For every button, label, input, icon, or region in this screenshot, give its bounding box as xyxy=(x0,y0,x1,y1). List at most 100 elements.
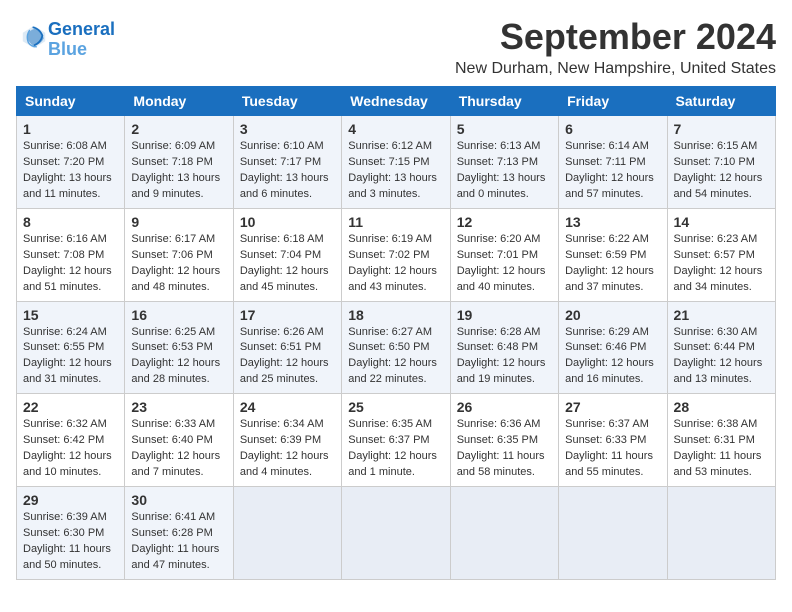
day-number: 14 xyxy=(674,214,769,230)
day-number: 17 xyxy=(240,307,335,323)
day-number: 13 xyxy=(565,214,660,230)
day-number: 6 xyxy=(565,121,660,137)
calendar-day-cell: 21 Sunrise: 6:30 AM Sunset: 6:44 PM Dayl… xyxy=(667,301,775,394)
day-info: Sunrise: 6:08 AM Sunset: 7:20 PM Dayligh… xyxy=(23,139,118,203)
daylight-label: Daylight: 11 hours and 47 minutes. xyxy=(131,543,219,571)
logo: General Blue xyxy=(16,20,115,60)
sunrise-label: Sunrise: 6:17 AM xyxy=(131,233,215,245)
calendar-day-cell: 17 Sunrise: 6:26 AM Sunset: 6:51 PM Dayl… xyxy=(233,301,341,394)
day-info: Sunrise: 6:27 AM Sunset: 6:50 PM Dayligh… xyxy=(348,325,443,389)
daylight-label: Daylight: 12 hours and 37 minutes. xyxy=(565,265,654,293)
sunset-label: Sunset: 7:01 PM xyxy=(457,249,538,261)
weekday-header: Wednesday xyxy=(342,87,450,116)
sunrise-label: Sunrise: 6:16 AM xyxy=(23,233,107,245)
weekday-header: Thursday xyxy=(450,87,558,116)
day-number: 25 xyxy=(348,399,443,415)
daylight-label: Daylight: 12 hours and 1 minute. xyxy=(348,450,437,478)
sunset-label: Sunset: 7:13 PM xyxy=(457,156,538,168)
sunset-label: Sunset: 6:40 PM xyxy=(131,434,212,446)
day-info: Sunrise: 6:22 AM Sunset: 6:59 PM Dayligh… xyxy=(565,232,660,296)
sunrise-label: Sunrise: 6:15 AM xyxy=(674,140,758,152)
day-info: Sunrise: 6:18 AM Sunset: 7:04 PM Dayligh… xyxy=(240,232,335,296)
calendar-day-cell: 16 Sunrise: 6:25 AM Sunset: 6:53 PM Dayl… xyxy=(125,301,233,394)
day-info: Sunrise: 6:30 AM Sunset: 6:44 PM Dayligh… xyxy=(674,325,769,389)
day-number: 12 xyxy=(457,214,552,230)
day-number: 24 xyxy=(240,399,335,415)
sunrise-label: Sunrise: 6:30 AM xyxy=(674,326,758,338)
logo-line1: General xyxy=(48,19,115,39)
sunset-label: Sunset: 6:33 PM xyxy=(565,434,646,446)
day-number: 28 xyxy=(674,399,769,415)
daylight-label: Daylight: 13 hours and 3 minutes. xyxy=(348,172,437,200)
day-number: 4 xyxy=(348,121,443,137)
weekday-header: Monday xyxy=(125,87,233,116)
sunset-label: Sunset: 7:04 PM xyxy=(240,249,321,261)
calendar-day-cell: 30 Sunrise: 6:41 AM Sunset: 6:28 PM Dayl… xyxy=(125,487,233,580)
calendar-day-cell: 28 Sunrise: 6:38 AM Sunset: 6:31 PM Dayl… xyxy=(667,394,775,487)
daylight-label: Daylight: 12 hours and 16 minutes. xyxy=(565,357,654,385)
calendar-day-cell: 8 Sunrise: 6:16 AM Sunset: 7:08 PM Dayli… xyxy=(17,208,125,301)
sunrise-label: Sunrise: 6:26 AM xyxy=(240,326,324,338)
calendar-day-cell: 5 Sunrise: 6:13 AM Sunset: 7:13 PM Dayli… xyxy=(450,116,558,209)
sunset-label: Sunset: 7:10 PM xyxy=(674,156,755,168)
sunrise-label: Sunrise: 6:27 AM xyxy=(348,326,432,338)
calendar-day-cell: 6 Sunrise: 6:14 AM Sunset: 7:11 PM Dayli… xyxy=(559,116,667,209)
sunrise-label: Sunrise: 6:28 AM xyxy=(457,326,541,338)
day-number: 29 xyxy=(23,492,118,508)
day-number: 26 xyxy=(457,399,552,415)
sunrise-label: Sunrise: 6:37 AM xyxy=(565,418,649,430)
sunrise-label: Sunrise: 6:14 AM xyxy=(565,140,649,152)
sunset-label: Sunset: 7:18 PM xyxy=(131,156,212,168)
sunrise-label: Sunrise: 6:22 AM xyxy=(565,233,649,245)
calendar-day-cell: 23 Sunrise: 6:33 AM Sunset: 6:40 PM Dayl… xyxy=(125,394,233,487)
calendar-day-cell: 12 Sunrise: 6:20 AM Sunset: 7:01 PM Dayl… xyxy=(450,208,558,301)
daylight-label: Daylight: 12 hours and 34 minutes. xyxy=(674,265,763,293)
calendar-day-cell xyxy=(342,487,450,580)
day-info: Sunrise: 6:10 AM Sunset: 7:17 PM Dayligh… xyxy=(240,139,335,203)
daylight-label: Daylight: 12 hours and 13 minutes. xyxy=(674,357,763,385)
calendar-day-cell xyxy=(450,487,558,580)
sunset-label: Sunset: 6:42 PM xyxy=(23,434,104,446)
calendar-day-cell: 2 Sunrise: 6:09 AM Sunset: 7:18 PM Dayli… xyxy=(125,116,233,209)
sunset-label: Sunset: 6:48 PM xyxy=(457,341,538,353)
calendar-day-cell xyxy=(667,487,775,580)
day-info: Sunrise: 6:17 AM Sunset: 7:06 PM Dayligh… xyxy=(131,232,226,296)
sunset-label: Sunset: 6:31 PM xyxy=(674,434,755,446)
sunset-label: Sunset: 6:46 PM xyxy=(565,341,646,353)
sunset-label: Sunset: 7:17 PM xyxy=(240,156,321,168)
calendar-day-cell: 10 Sunrise: 6:18 AM Sunset: 7:04 PM Dayl… xyxy=(233,208,341,301)
calendar-day-cell: 18 Sunrise: 6:27 AM Sunset: 6:50 PM Dayl… xyxy=(342,301,450,394)
day-info: Sunrise: 6:39 AM Sunset: 6:30 PM Dayligh… xyxy=(23,510,118,574)
calendar-week-row: 1 Sunrise: 6:08 AM Sunset: 7:20 PM Dayli… xyxy=(17,116,776,209)
sunrise-label: Sunrise: 6:35 AM xyxy=(348,418,432,430)
sunrise-label: Sunrise: 6:36 AM xyxy=(457,418,541,430)
day-number: 19 xyxy=(457,307,552,323)
logo-icon xyxy=(20,23,48,51)
day-info: Sunrise: 6:34 AM Sunset: 6:39 PM Dayligh… xyxy=(240,417,335,481)
day-number: 5 xyxy=(457,121,552,137)
day-info: Sunrise: 6:09 AM Sunset: 7:18 PM Dayligh… xyxy=(131,139,226,203)
daylight-label: Daylight: 12 hours and 19 minutes. xyxy=(457,357,546,385)
calendar-day-cell: 11 Sunrise: 6:19 AM Sunset: 7:02 PM Dayl… xyxy=(342,208,450,301)
sunrise-label: Sunrise: 6:23 AM xyxy=(674,233,758,245)
calendar-week-row: 8 Sunrise: 6:16 AM Sunset: 7:08 PM Dayli… xyxy=(17,208,776,301)
day-info: Sunrise: 6:38 AM Sunset: 6:31 PM Dayligh… xyxy=(674,417,769,481)
calendar-day-cell: 25 Sunrise: 6:35 AM Sunset: 6:37 PM Dayl… xyxy=(342,394,450,487)
daylight-label: Daylight: 12 hours and 51 minutes. xyxy=(23,265,112,293)
sunrise-label: Sunrise: 6:10 AM xyxy=(240,140,324,152)
daylight-label: Daylight: 13 hours and 11 minutes. xyxy=(23,172,112,200)
calendar-day-cell: 3 Sunrise: 6:10 AM Sunset: 7:17 PM Dayli… xyxy=(233,116,341,209)
day-number: 27 xyxy=(565,399,660,415)
sunrise-label: Sunrise: 6:39 AM xyxy=(23,511,107,523)
day-number: 10 xyxy=(240,214,335,230)
day-info: Sunrise: 6:36 AM Sunset: 6:35 PM Dayligh… xyxy=(457,417,552,481)
calendar-day-cell: 13 Sunrise: 6:22 AM Sunset: 6:59 PM Dayl… xyxy=(559,208,667,301)
daylight-label: Daylight: 12 hours and 57 minutes. xyxy=(565,172,654,200)
day-info: Sunrise: 6:15 AM Sunset: 7:10 PM Dayligh… xyxy=(674,139,769,203)
day-info: Sunrise: 6:32 AM Sunset: 6:42 PM Dayligh… xyxy=(23,417,118,481)
calendar-day-cell: 22 Sunrise: 6:32 AM Sunset: 6:42 PM Dayl… xyxy=(17,394,125,487)
sunrise-label: Sunrise: 6:33 AM xyxy=(131,418,215,430)
day-number: 23 xyxy=(131,399,226,415)
day-number: 1 xyxy=(23,121,118,137)
day-number: 21 xyxy=(674,307,769,323)
